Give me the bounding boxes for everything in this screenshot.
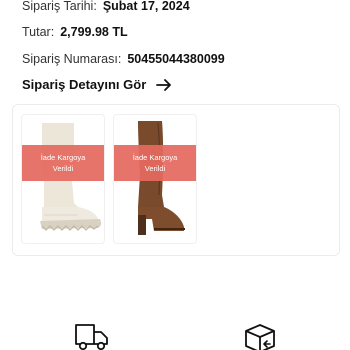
product-thumbnail-brown-knee-high-boot[interactable]: İade Kargoya Verildi bbox=[113, 114, 197, 244]
order-date-value: Şubat 17, 2024 bbox=[102, 0, 190, 13]
order-total-row: Tutar: 2,799.98 TL bbox=[22, 24, 128, 40]
return-status-line1: İade Kargoya bbox=[40, 153, 86, 162]
order-number-row: Sipariş Numarası: 50455044380099 bbox=[22, 51, 225, 67]
order-number-label: Sipariş Numarası: bbox=[22, 52, 122, 66]
order-date-row: Sipariş Tarihi: Şubat 17, 2024 bbox=[22, 0, 190, 14]
order-detail-link-label: Sipariş Detayını Gör bbox=[22, 77, 147, 92]
truck-icon[interactable] bbox=[74, 322, 110, 350]
order-detail-link[interactable]: Sipariş Detayını Gör bbox=[22, 77, 172, 92]
return-status-badge: İade Kargoya Verildi bbox=[22, 145, 104, 181]
order-total-label: Tutar: bbox=[22, 25, 55, 39]
order-number-value: 50455044380099 bbox=[127, 52, 225, 66]
return-status-line1: İade Kargoya bbox=[132, 153, 178, 162]
return-status-badge: İade Kargoya Verildi bbox=[114, 145, 196, 181]
product-thumbnail-cream-chelsea-boot[interactable]: İade Kargoya Verildi bbox=[21, 114, 105, 244]
order-products-card: İade Kargoya Verildi İade Kargoya Verild… bbox=[12, 104, 340, 256]
arrow-right-icon bbox=[156, 78, 172, 91]
order-summary-screen: Sipariş Tarihi: Şubat 17, 2024 Tutar: 2,79… bbox=[0, 0, 350, 350]
box-return-icon[interactable] bbox=[242, 322, 278, 350]
order-date-label: Sipariş Tarihi: bbox=[22, 0, 97, 13]
order-total-value: 2,799.98 TL bbox=[60, 25, 128, 39]
return-status-line2: Verildi bbox=[144, 164, 166, 173]
return-status-line2: Verildi bbox=[52, 164, 74, 173]
